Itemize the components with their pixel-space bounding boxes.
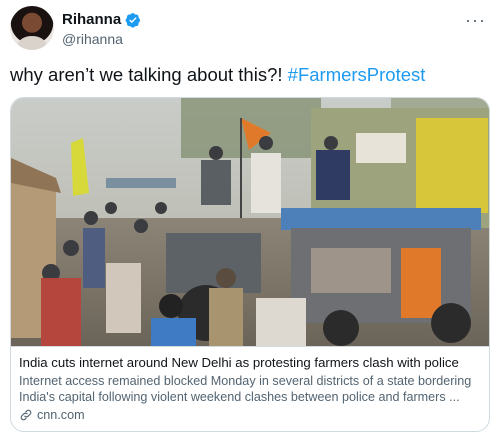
link-icon [20, 409, 32, 421]
author-display-name[interactable]: Rihanna [62, 11, 121, 28]
tweet-body: why aren’t we talking about this?! [10, 64, 288, 85]
link-card[interactable]: India cuts internet around New Delhi as … [10, 97, 490, 432]
avatar[interactable] [10, 6, 54, 50]
author-handle[interactable]: @rihanna [62, 31, 123, 47]
more-options-icon[interactable]: ··· [465, 10, 486, 31]
tweet-text: why aren’t we talking about this?! #Farm… [10, 64, 425, 86]
hashtag-link[interactable]: #FarmersProtest [288, 64, 426, 85]
verified-badge-icon [125, 12, 141, 28]
author-name-row: Rihanna [62, 11, 141, 28]
card-title[interactable]: India cuts internet around New Delhi as … [19, 355, 483, 371]
card-description: Internet access remained blocked Monday … [19, 374, 472, 404]
card-image[interactable] [11, 98, 490, 346]
card-domain: cnn.com [37, 408, 85, 422]
card-body: India cuts internet around New Delhi as … [11, 346, 489, 431]
tweet-header: Rihanna @rihanna ··· [10, 6, 490, 52]
card-domain-row: cnn.com [19, 408, 483, 422]
